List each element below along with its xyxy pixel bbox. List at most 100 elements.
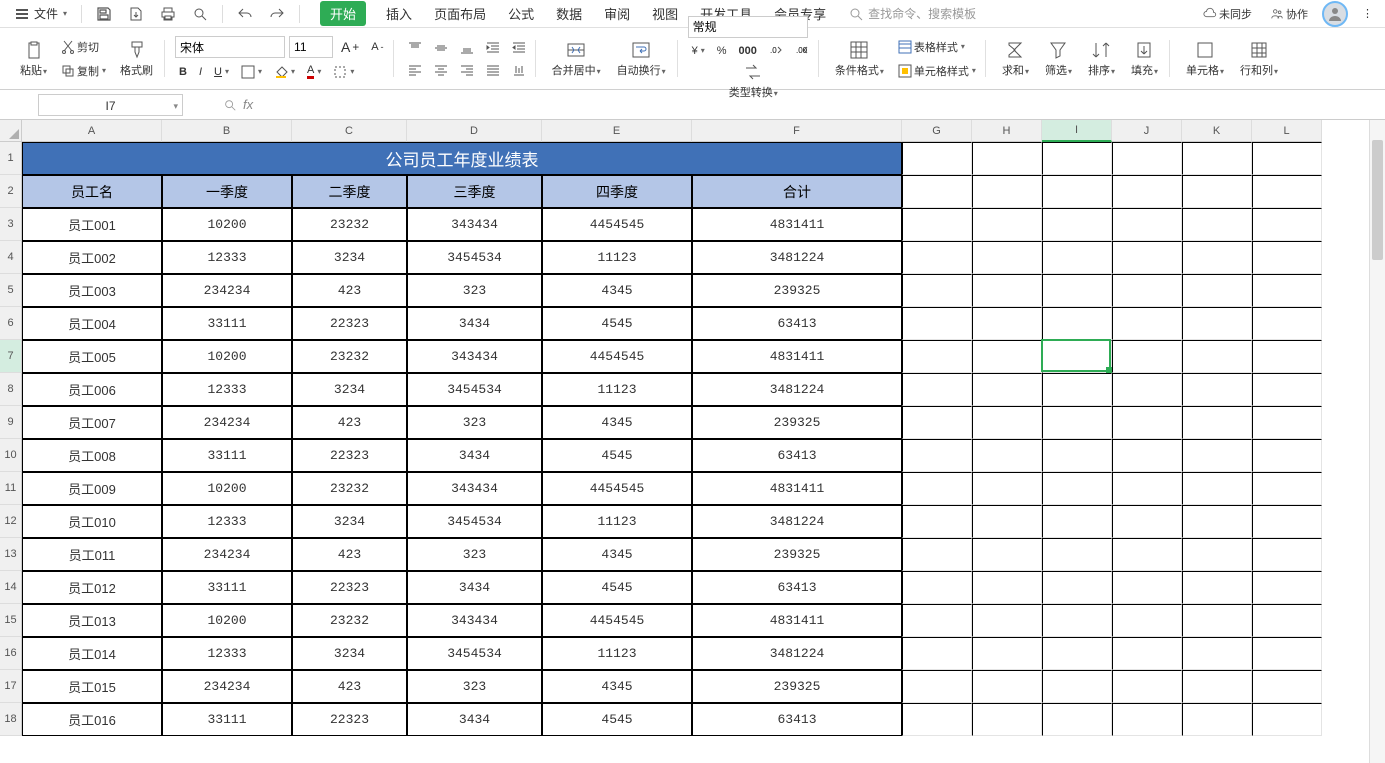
cell[interactable] — [1182, 439, 1252, 472]
align-middle-button[interactable] — [430, 39, 452, 57]
cell[interactable]: 员工016 — [22, 703, 162, 736]
align-top-button[interactable] — [404, 39, 426, 57]
cell[interactable] — [1042, 604, 1112, 637]
cell[interactable] — [902, 274, 972, 307]
cell[interactable]: 234234 — [162, 538, 292, 571]
cell[interactable] — [1112, 406, 1182, 439]
cell[interactable] — [1112, 439, 1182, 472]
cell[interactable]: 员工008 — [22, 439, 162, 472]
cell[interactable] — [1252, 571, 1322, 604]
cell[interactable]: 3234 — [292, 505, 407, 538]
cell[interactable] — [1112, 274, 1182, 307]
cell[interactable] — [1042, 538, 1112, 571]
tab-审阅[interactable]: 审阅 — [602, 1, 632, 26]
cell[interactable]: 10200 — [162, 208, 292, 241]
cell[interactable]: 63413 — [692, 439, 902, 472]
cell[interactable] — [1252, 208, 1322, 241]
cell[interactable] — [902, 307, 972, 340]
align-center-button[interactable] — [430, 61, 452, 79]
cell[interactable] — [1112, 637, 1182, 670]
cell[interactable]: 员工001 — [22, 208, 162, 241]
cell[interactable]: 员工009 — [22, 472, 162, 505]
indent-decrease-button[interactable] — [482, 39, 504, 57]
search-fx-icon[interactable] — [223, 98, 237, 112]
cell[interactable] — [972, 505, 1042, 538]
grid[interactable]: 公司员工年度业绩表员工名一季度二季度三季度四季度合计员工001102002323… — [22, 142, 1322, 736]
cell[interactable] — [1112, 340, 1182, 373]
cell[interactable] — [1252, 340, 1322, 373]
cell[interactable] — [1042, 274, 1112, 307]
cell-style-button[interactable]: 单元格样式▾ — [894, 61, 980, 81]
wrap-text-button[interactable]: 自动换行▾ — [611, 38, 672, 80]
cell[interactable] — [972, 307, 1042, 340]
cell[interactable]: 3454534 — [407, 505, 542, 538]
save-button[interactable] — [90, 4, 118, 24]
conditional-format-button[interactable]: 条件格式▾ — [829, 38, 890, 80]
cell[interactable]: 员工015 — [22, 670, 162, 703]
cell[interactable] — [1182, 505, 1252, 538]
cell[interactable] — [1112, 571, 1182, 604]
cell[interactable] — [902, 439, 972, 472]
cell[interactable]: 423 — [292, 406, 407, 439]
header-cell[interactable]: 合计 — [692, 175, 902, 208]
cell[interactable]: 员工004 — [22, 307, 162, 340]
cell[interactable] — [972, 175, 1042, 208]
cell[interactable] — [1042, 175, 1112, 208]
cell[interactable]: 3434 — [407, 703, 542, 736]
align-right-button[interactable] — [456, 61, 478, 79]
cell[interactable]: 23232 — [292, 472, 407, 505]
cell[interactable] — [1182, 703, 1252, 736]
cell[interactable]: 11123 — [542, 373, 692, 406]
comma-button[interactable]: 000 — [735, 43, 761, 59]
tab-页面布局[interactable]: 页面布局 — [432, 1, 488, 26]
format-painter-button[interactable]: 格式刷 — [114, 38, 159, 80]
cell[interactable] — [1042, 472, 1112, 505]
cell[interactable]: 员工006 — [22, 373, 162, 406]
cell[interactable]: 3481224 — [692, 373, 902, 406]
cell[interactable] — [1112, 703, 1182, 736]
cell[interactable]: 343434 — [407, 208, 542, 241]
cell[interactable] — [1182, 604, 1252, 637]
tab-公式[interactable]: 公式 — [506, 1, 536, 26]
spreadsheet[interactable]: ABCDEFGHIJKL 123456789101112131415161718… — [0, 120, 1385, 763]
cell[interactable] — [972, 274, 1042, 307]
increase-font-button[interactable]: A+ — [337, 37, 363, 57]
cell[interactable]: 239325 — [692, 406, 902, 439]
cell[interactable] — [902, 604, 972, 637]
cell[interactable]: 33111 — [162, 307, 292, 340]
export-button[interactable] — [122, 4, 150, 24]
cell[interactable]: 10200 — [162, 604, 292, 637]
cell[interactable] — [1182, 307, 1252, 340]
col-header-H[interactable]: H — [972, 120, 1042, 142]
row-header-7[interactable]: 7 — [0, 340, 22, 373]
fill-color-button[interactable]: ▾ — [270, 63, 299, 81]
cell[interactable] — [1042, 208, 1112, 241]
cell[interactable]: 33111 — [162, 439, 292, 472]
cell[interactable]: 11123 — [542, 241, 692, 274]
number-format-select[interactable] — [688, 16, 808, 38]
cell[interactable] — [1182, 142, 1252, 175]
filter-button[interactable]: 筛选▾ — [1039, 38, 1078, 80]
currency-button[interactable]: ¥▾ — [688, 43, 709, 59]
print-button[interactable] — [154, 4, 182, 24]
cell[interactable] — [1042, 670, 1112, 703]
cell[interactable] — [1042, 406, 1112, 439]
cell[interactable] — [902, 571, 972, 604]
cell[interactable]: 员工005 — [22, 340, 162, 373]
cell[interactable] — [972, 406, 1042, 439]
font-color-button[interactable]: A▾ — [303, 62, 325, 81]
row-header-3[interactable]: 3 — [0, 208, 22, 241]
cell[interactable]: 323 — [407, 538, 542, 571]
cell[interactable] — [1112, 307, 1182, 340]
cell[interactable] — [1182, 175, 1252, 208]
cell[interactable] — [972, 472, 1042, 505]
col-header-F[interactable]: F — [692, 120, 902, 142]
indent-increase-button[interactable] — [508, 39, 530, 57]
cell[interactable]: 3234 — [292, 637, 407, 670]
cell[interactable]: 3434 — [407, 571, 542, 604]
cell[interactable] — [1182, 340, 1252, 373]
cell[interactable] — [902, 637, 972, 670]
cell[interactable]: 234234 — [162, 274, 292, 307]
col-header-J[interactable]: J — [1112, 120, 1182, 142]
redo-button[interactable] — [263, 4, 291, 24]
